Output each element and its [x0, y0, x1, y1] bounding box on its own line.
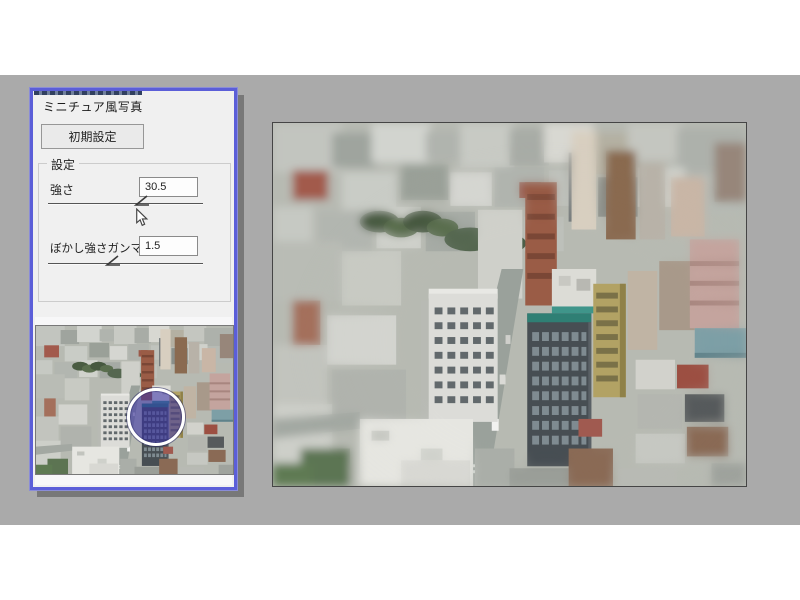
focus-point-circle[interactable] — [127, 388, 185, 446]
blur-gamma-slider[interactable] — [48, 263, 203, 265]
blur-gamma-input[interactable] — [139, 236, 198, 256]
screen: ミニチュア風写真 初期設定 設定 強さ ぼかし強さガンマ — [0, 0, 800, 600]
main-photo — [272, 122, 747, 487]
tilt-shift-city-image — [273, 123, 746, 486]
reset-defaults-button[interactable]: 初期設定 — [41, 124, 144, 149]
settings-group: 設定 強さ ぼかし強さガンマ — [38, 163, 231, 302]
settings-group-label: 設定 — [47, 156, 79, 173]
preview-thumbnail[interactable] — [35, 325, 234, 475]
strength-slider-thumb[interactable] — [132, 194, 150, 206]
miniature-photo-dialog: ミニチュア風写真 初期設定 設定 強さ ぼかし強さガンマ — [30, 88, 237, 490]
strength-label: 強さ — [50, 181, 74, 198]
blur-gamma-slider-thumb[interactable] — [103, 254, 121, 266]
dialog-title: ミニチュア風写真 — [43, 98, 143, 115]
strength-slider[interactable] — [48, 203, 203, 205]
clipped-window-edge — [34, 91, 142, 95]
blur-gamma-label: ぼかし強さガンマ — [50, 240, 142, 256]
mouse-cursor-icon — [135, 208, 149, 227]
